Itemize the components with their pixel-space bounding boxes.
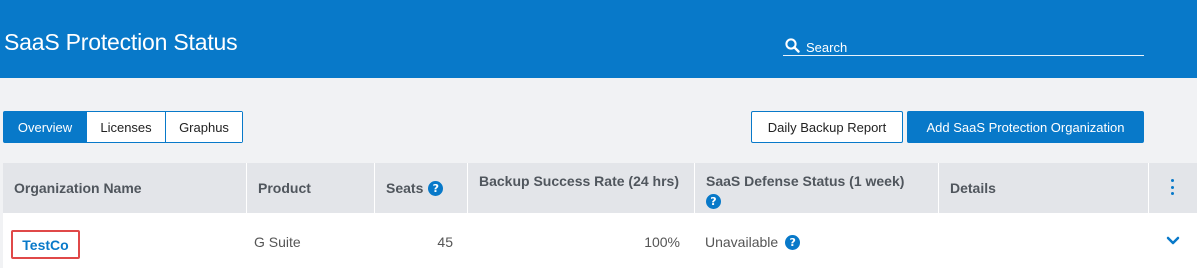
column-header-saas-defense-status[interactable]: SaaS Defense Status (1 week) ? xyxy=(694,163,938,213)
help-icon[interactable]: ? xyxy=(428,180,444,196)
column-header-product[interactable]: Product xyxy=(246,163,374,213)
column-header-details[interactable]: Details xyxy=(938,163,1148,213)
column-header-organization[interactable]: Organization Name xyxy=(3,163,246,213)
column-header-label: SaaS Defense Status (1 week) xyxy=(706,173,905,189)
defense-status-cell: Unavailable ? xyxy=(705,234,801,250)
search-box[interactable]: Search xyxy=(783,36,1144,56)
search-input[interactable]: Search xyxy=(806,40,847,55)
column-header-backup-success-rate[interactable]: Backup Success Rate (24 hrs) xyxy=(467,163,694,213)
view-tabs: Overview Licenses Graphus xyxy=(3,111,243,143)
column-header-label: Backup Success Rate (24 hrs) xyxy=(479,173,679,189)
tab-licenses[interactable]: Licenses xyxy=(86,112,165,142)
help-icon[interactable]: ? xyxy=(706,193,721,209)
seats-cell: 45 xyxy=(437,234,453,250)
tab-graphus[interactable]: Graphus xyxy=(165,112,242,142)
daily-backup-report-button[interactable]: Daily Backup Report xyxy=(751,111,903,143)
search-icon[interactable] xyxy=(785,38,800,53)
tab-overview[interactable]: Overview xyxy=(4,112,86,142)
add-organization-button[interactable]: Add SaaS Protection Organization xyxy=(907,111,1144,143)
defense-status-text: Unavailable xyxy=(705,234,779,250)
help-icon[interactable]: ? xyxy=(785,234,801,250)
more-vertical-icon[interactable] xyxy=(1169,179,1175,195)
column-header-label: Details xyxy=(950,180,996,196)
column-header-seats[interactable]: Seats ? xyxy=(374,163,467,213)
page-header: SaaS Protection Status Search xyxy=(0,0,1197,78)
page-title: SaaS Protection Status xyxy=(4,29,238,55)
table-header: Organization Name Product Seats ? Backup… xyxy=(3,163,1197,213)
backup-rate-cell: 100% xyxy=(644,234,680,250)
organization-link[interactable]: TestCo xyxy=(11,230,80,259)
column-header-label: Organization Name xyxy=(14,180,142,196)
column-header-label: Product xyxy=(258,180,311,196)
chevron-down-icon[interactable] xyxy=(1166,236,1180,246)
product-cell: G Suite xyxy=(254,234,301,250)
table-row: TestCo G Suite 45 100% Unavailable ? xyxy=(3,213,1197,268)
column-header-label: Seats xyxy=(386,180,424,196)
